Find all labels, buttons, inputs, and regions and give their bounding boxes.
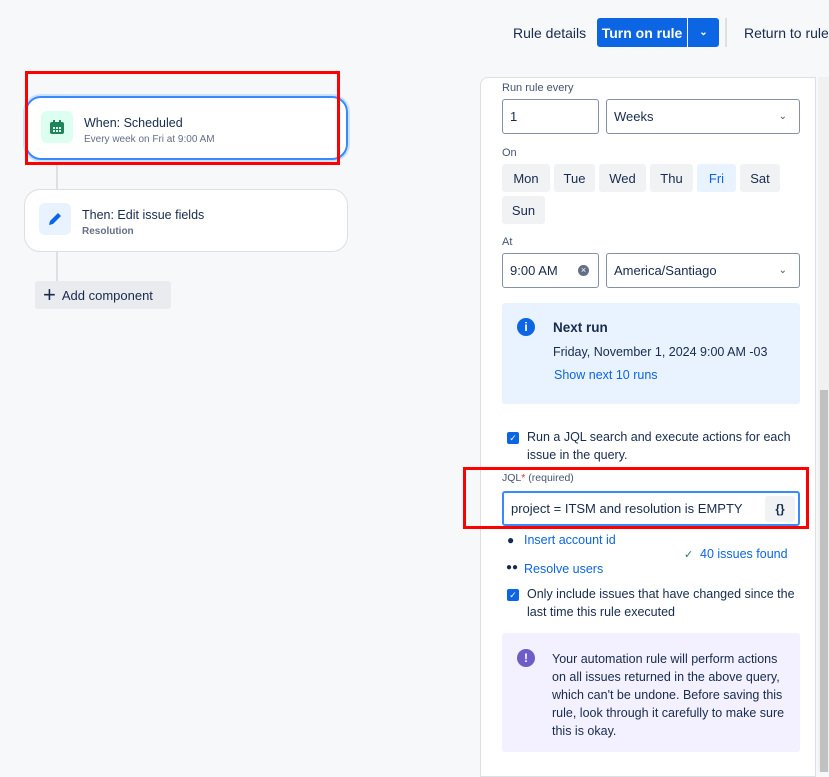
user-circle-icon: ● xyxy=(507,533,515,547)
timezone-value: America/Santiago xyxy=(614,263,717,278)
users-icon: ●● xyxy=(506,562,519,573)
return-to-rules-link[interactable]: Return to rules xyxy=(744,25,829,41)
run-every-value: 1 xyxy=(510,109,518,124)
day-sat[interactable]: Sat xyxy=(740,164,780,192)
warning-text: Your automation rule will perform action… xyxy=(552,652,785,738)
divider xyxy=(725,18,727,47)
chevron-down-icon[interactable]: ⌄ xyxy=(688,27,719,38)
add-component-button[interactable]: + Add component xyxy=(35,281,171,309)
run-every-label: Run rule every xyxy=(502,82,574,94)
only-changed-label: Only include issues that have changed si… xyxy=(527,587,795,619)
unit-value: Weeks xyxy=(614,109,654,124)
on-label: On xyxy=(502,147,517,159)
pencil-icon xyxy=(39,203,71,235)
add-component-label: Add component xyxy=(61,287,153,303)
action-card[interactable]: Then: Edit issue fields Resolution xyxy=(24,189,348,252)
day-mon[interactable]: Mon xyxy=(502,164,550,192)
chevron-down-icon: ⌄ xyxy=(778,111,787,122)
show-next-runs-link[interactable]: Show next 10 runs xyxy=(554,368,658,382)
action-title: Then: Edit issue fields xyxy=(82,208,205,222)
issues-found-link[interactable]: 40 issues found xyxy=(700,547,788,561)
info-icon: i xyxy=(517,318,535,336)
scrollbar-thumb[interactable] xyxy=(820,390,828,772)
run-every-unit-select[interactable]: Weeks ⌄ xyxy=(606,99,800,134)
jql-checkbox-label: Run a JQL search and execute actions for… xyxy=(527,430,791,462)
only-changed-checkbox[interactable]: ✓ xyxy=(507,589,519,601)
action-subtitle: Resolution xyxy=(82,226,134,237)
day-tue[interactable]: Tue xyxy=(554,164,595,192)
chevron-down-icon: ⌄ xyxy=(778,265,787,276)
at-label: At xyxy=(502,236,513,248)
timezone-select[interactable]: America/Santiago ⌄ xyxy=(606,253,800,288)
next-run-value: Friday, November 1, 2024 9:00 AM -03 xyxy=(553,345,768,359)
rule-details-link[interactable]: Rule details xyxy=(513,25,586,41)
time-input[interactable]: 9:00 AM × xyxy=(502,253,599,288)
day-sun[interactable]: Sun xyxy=(502,196,545,224)
next-run-title: Next run xyxy=(553,320,608,335)
resolve-users-link[interactable]: Resolve users xyxy=(524,562,603,576)
turn-on-rule-button[interactable]: Turn on rule xyxy=(597,25,687,41)
check-icon: ✓ xyxy=(684,549,694,561)
turn-on-rule-button-group: Turn on rule ⌄ xyxy=(597,18,719,47)
run-every-input[interactable]: 1 xyxy=(502,99,599,134)
highlight-box xyxy=(463,467,809,529)
highlight-box xyxy=(25,71,340,165)
plus-icon: + xyxy=(43,282,56,307)
jql-checkbox[interactable]: ✓ xyxy=(507,432,519,444)
day-fri[interactable]: Fri xyxy=(697,164,736,192)
time-value: 9:00 AM xyxy=(510,263,558,278)
day-thu[interactable]: Thu xyxy=(650,164,693,192)
insert-account-id-link[interactable]: Insert account id xyxy=(524,533,616,547)
day-wed[interactable]: Wed xyxy=(599,164,646,192)
warning-icon: ! xyxy=(517,649,535,667)
clear-icon[interactable]: × xyxy=(578,265,589,276)
